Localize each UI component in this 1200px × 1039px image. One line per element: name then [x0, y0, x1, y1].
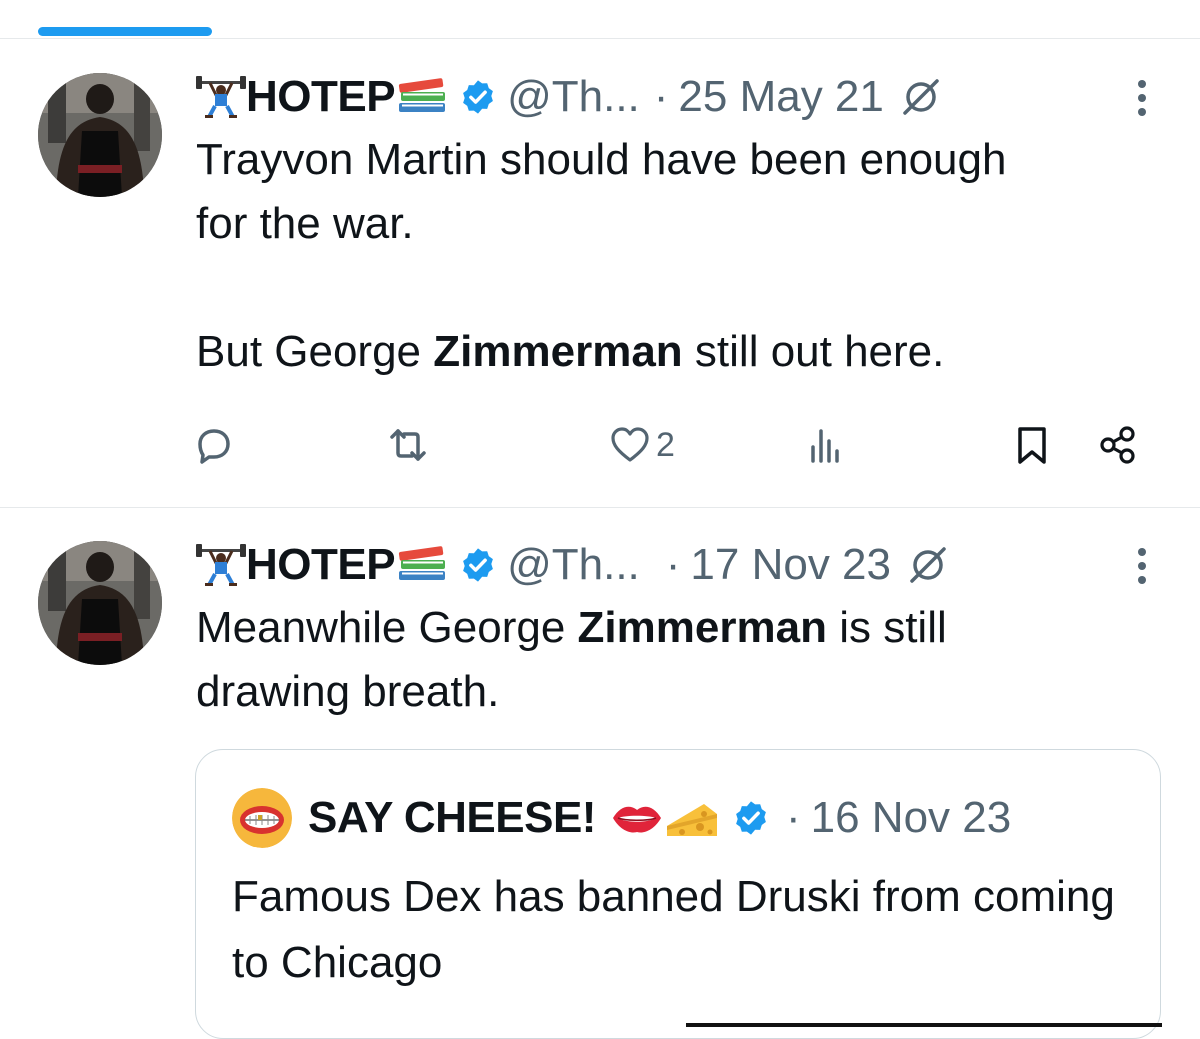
tweet-text: Meanwhile George Zimmerman is still draw… — [196, 596, 1176, 724]
edited-icon[interactable] — [907, 544, 949, 586]
tweet-text-part: Meanwhile George — [196, 603, 578, 652]
tweet[interactable]: HOTEP @Th... · 17 Nov 23 Meanwhile Georg… — [0, 0, 1200, 1039]
more-vertical-icon[interactable] — [1136, 546, 1148, 586]
verified-badge-icon — [459, 546, 497, 584]
lips-emoji — [610, 796, 664, 840]
quoted-media-edge — [686, 1023, 1162, 1027]
separator-dot: · — [785, 793, 801, 842]
quoted-avatar[interactable] — [232, 788, 292, 848]
separator-dot: · — [665, 540, 681, 589]
cheese-emoji — [664, 796, 720, 840]
timestamp[interactable]: 17 Nov 23 — [690, 540, 891, 590]
avatar[interactable] — [38, 541, 162, 665]
handle[interactable]: @Th... — [507, 540, 640, 590]
verified-badge-icon — [732, 799, 770, 837]
display-name[interactable]: HOTEP — [246, 540, 396, 590]
tweet-header: HOTEP @Th... · 17 Nov 23 — [196, 540, 1180, 590]
quoted-tweet-text: Famous Dex has banned Druski from coming… — [232, 872, 1115, 987]
quoted-timestamp[interactable]: 16 Nov 23 — [811, 793, 1012, 843]
books-emoji — [395, 543, 451, 587]
tweet-text-bold: Zimmerman — [577, 603, 827, 652]
quoted-tweet[interactable]: SAY CHEESE! · 16 Nov 23 Famous Dex has b… — [195, 749, 1161, 1039]
quoted-display-name[interactable]: SAY CHEESE! — [308, 793, 596, 843]
quoted-tweet-header: SAY CHEESE! · 16 Nov 23 — [232, 788, 1012, 848]
weightlifter-emoji — [196, 543, 246, 587]
